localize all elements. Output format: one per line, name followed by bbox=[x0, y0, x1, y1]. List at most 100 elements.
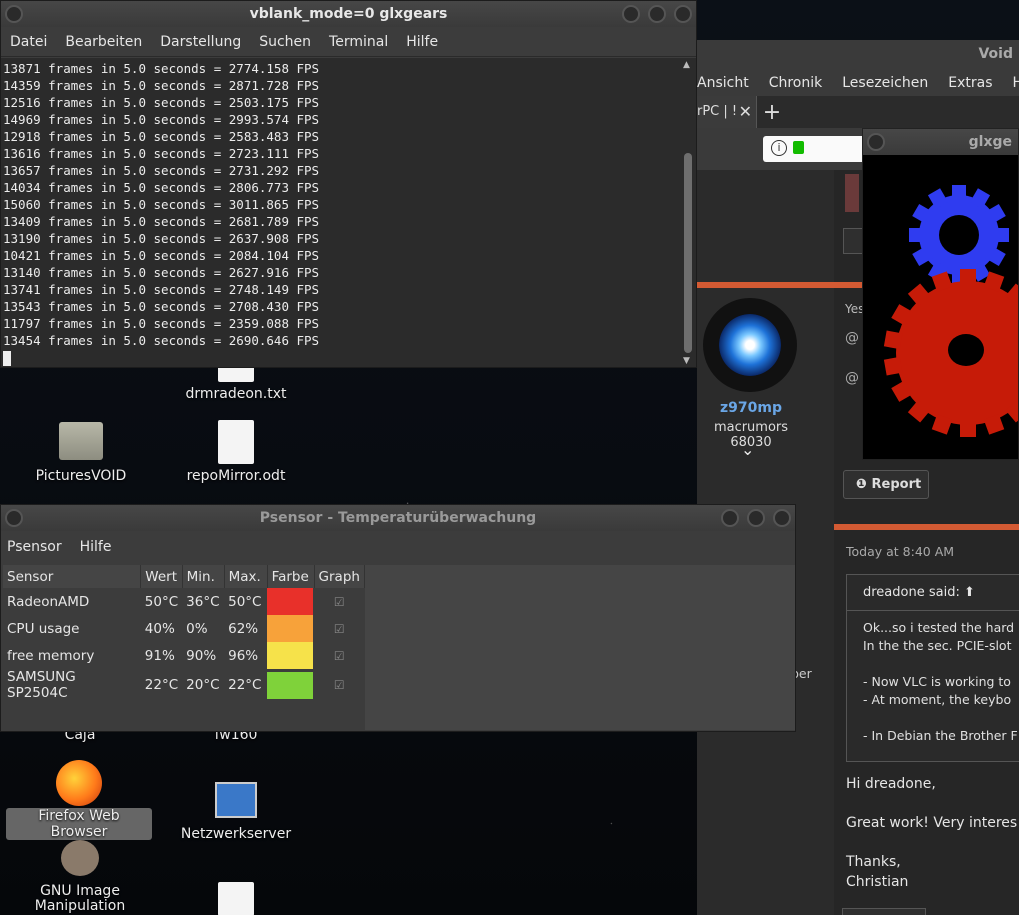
terminal-window: vblank_mode=0 glxgears Datei Bearbeiten … bbox=[0, 0, 697, 368]
post-content: Today at 8:40 AM dreadone said: ⬆ Ok...s… bbox=[834, 530, 1019, 915]
document-icon bbox=[218, 420, 254, 464]
graph-checkbox-icon[interactable]: ☑ bbox=[314, 588, 364, 615]
minimize-button[interactable] bbox=[622, 5, 640, 23]
terminal-line: 13140 frames in 5.0 seconds = 2627.916 F… bbox=[3, 265, 320, 280]
close-button[interactable] bbox=[773, 509, 791, 527]
menu-extras[interactable]: Extras bbox=[938, 75, 1002, 91]
maximize-button[interactable] bbox=[648, 5, 666, 23]
quote-line: - Now VLC is working to bbox=[863, 674, 1011, 689]
psensor-title: Psensor - Temperaturüberwachung bbox=[259, 510, 537, 526]
graph-area bbox=[365, 565, 795, 730]
terminal-scrollbar[interactable]: ▲ ▼ bbox=[679, 58, 696, 367]
menu-hilfe[interactable]: Hilfe bbox=[397, 34, 447, 50]
glxgears-window: glxge bbox=[862, 128, 1019, 460]
poster-name[interactable]: z970mp bbox=[697, 400, 805, 416]
column-max[interactable]: Max. bbox=[224, 565, 268, 588]
chevron-down-icon[interactable]: ⌄ bbox=[741, 440, 754, 459]
reply-action-button[interactable] bbox=[842, 908, 926, 915]
folder-icon bbox=[59, 422, 103, 460]
cell-max: 22°C bbox=[228, 677, 262, 693]
menu-lesezeichen[interactable]: Lesezeichen bbox=[832, 75, 938, 91]
window-menu-button[interactable] bbox=[5, 509, 23, 527]
desktop-icon-pictures[interactable]: PicturesVOID bbox=[25, 422, 137, 484]
firefox-title: Void bbox=[697, 40, 1019, 70]
table-row[interactable]: RadeonAMD 50°C 36°C 50°C ☑ bbox=[3, 588, 365, 615]
report-button[interactable]: ❶ Report bbox=[843, 470, 929, 499]
psensor-window: Psensor - Temperaturüberwachung Psensor … bbox=[0, 504, 796, 732]
cell-min: 90% bbox=[186, 647, 217, 664]
scroll-up-icon[interactable]: ▲ bbox=[683, 60, 690, 70]
color-swatch[interactable] bbox=[267, 671, 314, 699]
color-swatch[interactable] bbox=[267, 642, 314, 669]
report-icon: ❶ bbox=[856, 477, 872, 492]
menu-suchen[interactable]: Suchen bbox=[250, 34, 320, 50]
color-swatch[interactable] bbox=[267, 588, 314, 615]
desktop-icon-gimp[interactable]: GNU Image Manipulation bbox=[30, 840, 130, 914]
terminal-line: 10421 frames in 5.0 seconds = 2084.104 F… bbox=[3, 248, 320, 263]
menu-psensor[interactable]: Psensor bbox=[1, 539, 71, 555]
maximize-button[interactable] bbox=[747, 509, 765, 527]
terminal-line: 12516 frames in 5.0 seconds = 2503.175 F… bbox=[3, 95, 320, 110]
terminal-title: vblank_mode=0 glxgears bbox=[249, 6, 448, 22]
avatar[interactable] bbox=[703, 298, 797, 392]
terminal-line: 14359 frames in 5.0 seconds = 2871.728 F… bbox=[3, 78, 320, 93]
quote-header[interactable]: dreadone said: ⬆ bbox=[847, 575, 1019, 611]
menu-darstellung[interactable]: Darstellung bbox=[151, 34, 250, 50]
graph-checkbox-icon[interactable]: ☑ bbox=[314, 642, 364, 669]
column-farbe[interactable]: Farbe bbox=[267, 565, 315, 588]
column-wert[interactable]: Wert bbox=[140, 565, 183, 588]
cell-min: 0% bbox=[186, 620, 208, 637]
graph-checkbox-icon[interactable]: ☑ bbox=[314, 615, 364, 642]
post-timestamp[interactable]: Today at 8:40 AM bbox=[846, 544, 954, 559]
new-tab-icon[interactable]: + bbox=[757, 100, 787, 125]
blue-gear-icon bbox=[909, 185, 1009, 285]
menu-hilfe[interactable]: Hilfe bbox=[1002, 75, 1019, 91]
info-icon[interactable]: i bbox=[771, 140, 787, 156]
menu-datei[interactable]: Datei bbox=[1, 34, 56, 50]
browser-tab[interactable]: rPC | ! ✕ bbox=[697, 96, 757, 128]
table-row[interactable]: CPU usage 40% 0% 62% ☑ bbox=[3, 615, 365, 642]
column-sensor[interactable]: Sensor bbox=[3, 565, 142, 588]
quote-block: dreadone said: ⬆ Ok...so i tested the ha… bbox=[846, 574, 1019, 762]
cell-color[interactable] bbox=[267, 588, 314, 615]
column-graph[interactable]: Graph bbox=[314, 565, 366, 588]
side-fragment-at-1: @ bbox=[845, 330, 859, 346]
cell-max: 62% bbox=[228, 620, 259, 637]
window-menu-button[interactable] bbox=[5, 5, 23, 23]
menu-terminal[interactable]: Terminal bbox=[320, 34, 397, 50]
cell-min: 20°C bbox=[186, 677, 220, 693]
cell-color[interactable] bbox=[267, 642, 314, 669]
close-button[interactable] bbox=[674, 5, 692, 23]
terminal-line: 11797 frames in 5.0 seconds = 2359.088 F… bbox=[3, 316, 320, 331]
glxgears-titlebar[interactable]: glxge bbox=[863, 129, 1018, 155]
thumbnail bbox=[845, 174, 859, 212]
column-min[interactable]: Min. bbox=[182, 565, 225, 588]
table-row[interactable]: free memory 91% 90% 96% ☑ bbox=[3, 642, 365, 669]
close-tab-icon[interactable]: ✕ bbox=[739, 102, 752, 121]
desktop-icon-firefox[interactable]: Firefox Web Browser bbox=[6, 760, 152, 840]
color-swatch[interactable] bbox=[267, 615, 314, 642]
terminal-titlebar[interactable]: vblank_mode=0 glxgears bbox=[1, 1, 696, 27]
minimize-button[interactable] bbox=[721, 509, 739, 527]
cell-sensor: SAMSUNG SP2504C bbox=[7, 669, 76, 701]
scrollbar-thumb[interactable] bbox=[684, 153, 692, 353]
psensor-titlebar[interactable]: Psensor - Temperaturüberwachung bbox=[1, 505, 795, 531]
desktop-icon-document[interactable] bbox=[216, 882, 256, 915]
table-row[interactable]: SAMSUNG SP2504C 22°C 20°C 22°C ☑ bbox=[3, 669, 365, 701]
menu-chronik[interactable]: Chronik bbox=[759, 75, 833, 91]
scroll-down-icon[interactable]: ▼ bbox=[683, 356, 690, 366]
cell-sensor: RadeonAMD bbox=[7, 593, 90, 610]
cell-color[interactable] bbox=[267, 615, 314, 642]
desktop-icon-netzwerkserver[interactable]: Netzwerkserver bbox=[180, 782, 292, 842]
cell-value: 22°C bbox=[144, 677, 179, 693]
reply-line bbox=[846, 834, 1017, 854]
graph-checkbox-icon[interactable]: ☑ bbox=[314, 669, 364, 701]
menu-hilfe[interactable]: Hilfe bbox=[71, 539, 121, 555]
menu-bearbeiten[interactable]: Bearbeiten bbox=[56, 34, 151, 50]
window-menu-button[interactable] bbox=[867, 133, 885, 151]
terminal-output[interactable]: 13871 frames in 5.0 seconds = 2774.158 F… bbox=[1, 58, 681, 367]
cell-color[interactable] bbox=[267, 669, 314, 701]
terminal-prompt bbox=[3, 349, 681, 366]
menu-ansicht[interactable]: Ansicht bbox=[697, 75, 759, 91]
desktop-icon-repomirror[interactable]: repoMirror.odt bbox=[180, 420, 292, 484]
